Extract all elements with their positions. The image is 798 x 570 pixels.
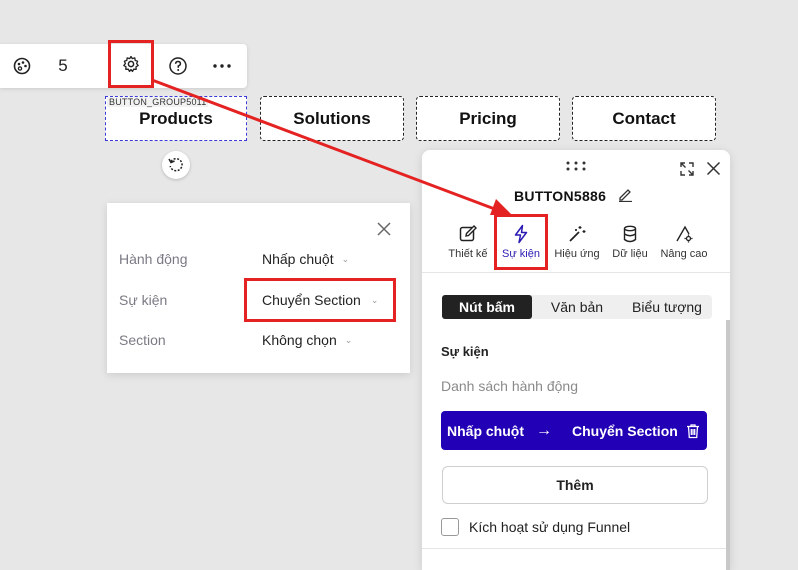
arrow-right-icon: → [536, 421, 552, 439]
tab-label: Nâng cao [660, 248, 708, 260]
action-target: Chuyển Section [572, 422, 678, 439]
floating-toolbar: 5 [0, 40, 247, 88]
tab-advanced[interactable]: Nâng cao [657, 220, 711, 272]
settings-button[interactable] [108, 40, 154, 88]
chevron-down-icon: ⌄ [344, 334, 353, 345]
row-label: Section [119, 332, 166, 348]
action-select[interactable]: Nhấp chuột ⌄ [262, 251, 349, 267]
section-title: Sự kiện [441, 344, 489, 359]
funnel-option: Kích hoạt sử dụng Funnel [441, 518, 630, 536]
element-type-segmented: Nút bấm Văn bản Biểu tượng [442, 295, 712, 319]
nav-button-solutions[interactable]: Solutions [260, 96, 404, 141]
add-action-button[interactable]: Thêm [442, 466, 708, 504]
section-select[interactable]: Không chọn ⌄ [262, 332, 352, 348]
segment-button[interactable]: Nút bấm [442, 295, 532, 319]
divider [422, 548, 726, 549]
palette-icon[interactable] [6, 44, 38, 88]
button-label: Solutions [293, 108, 371, 128]
tab-label: Thiết kế [448, 248, 488, 260]
panel-title: BUTTON5886 [514, 188, 607, 204]
action-list-title: Danh sách hành động [441, 378, 578, 394]
edit-icon [458, 224, 478, 244]
magic-wand-icon [567, 224, 587, 244]
segment-text[interactable]: Văn bản [532, 295, 622, 319]
rotate-button[interactable] [162, 151, 190, 179]
action-item[interactable]: Nhấp chuột → Chuyển Section [441, 411, 707, 450]
row-label: Sự kiện [119, 292, 168, 308]
tab-events[interactable]: Sự kiện [494, 214, 548, 270]
popup-row-section: Section Không chọn ⌄ [119, 328, 398, 352]
nav-button-pricing[interactable]: Pricing [416, 96, 560, 141]
database-icon [620, 224, 640, 244]
tab-data[interactable]: Dữ liệu [603, 220, 657, 272]
funnel-label: Kích hoạt sử dụng Funnel [469, 519, 631, 535]
tab-label: Sự kiện [502, 248, 540, 260]
advanced-settings-icon [674, 224, 694, 244]
event-popup: Hành động Nhấp chuột ⌄ Sự kiện Chuyển Sec… [107, 203, 410, 373]
nav-button-contact[interactable]: Contact [572, 96, 716, 141]
tab-label: Hiệu ứng [554, 248, 600, 260]
gear-icon [121, 54, 141, 74]
lightning-icon [511, 224, 531, 244]
popup-row-action: Hành động Nhấp chuột ⌄ [119, 247, 398, 271]
tab-design[interactable]: Thiết kế [441, 220, 495, 272]
group-label: BUTTON_GROUP5011 [107, 97, 209, 107]
panel-tabs: Thiết kế Sự kiện Hiệu ứng Dữ liệu Nâng c… [422, 214, 730, 273]
button-label: Pricing [459, 108, 517, 128]
trash-icon[interactable] [685, 423, 701, 439]
action-trigger: Nhấp chuột [447, 422, 524, 439]
button-label: Contact [612, 108, 676, 128]
row-label: Hành động [119, 251, 188, 267]
tab-label: Dữ liệu [612, 248, 648, 260]
properties-panel: BUTTON5886 Thiết kế Sự kiện Hiệu ứng Dữ … [422, 150, 730, 570]
chevron-down-icon: ⌄ [370, 294, 379, 305]
help-icon[interactable] [164, 44, 192, 88]
segment-icon[interactable]: Biểu tượng [622, 295, 712, 319]
more-icon[interactable] [207, 44, 237, 88]
tab-effects[interactable]: Hiệu ứng [550, 220, 604, 272]
funnel-checkbox[interactable] [441, 518, 459, 536]
button-label: Products [139, 108, 213, 128]
close-icon[interactable] [376, 221, 392, 237]
layer-count: 5 [58, 56, 68, 75]
drag-handle-icon[interactable] [565, 160, 587, 172]
chevron-down-icon: ⌄ [341, 253, 350, 264]
rotate-icon [167, 156, 185, 174]
expand-icon[interactable] [679, 161, 695, 177]
close-icon[interactable] [706, 161, 721, 176]
scrollbar[interactable] [726, 320, 730, 570]
event-select[interactable]: Chuyển Section ⌄ [244, 278, 396, 322]
rename-icon[interactable] [618, 187, 633, 202]
